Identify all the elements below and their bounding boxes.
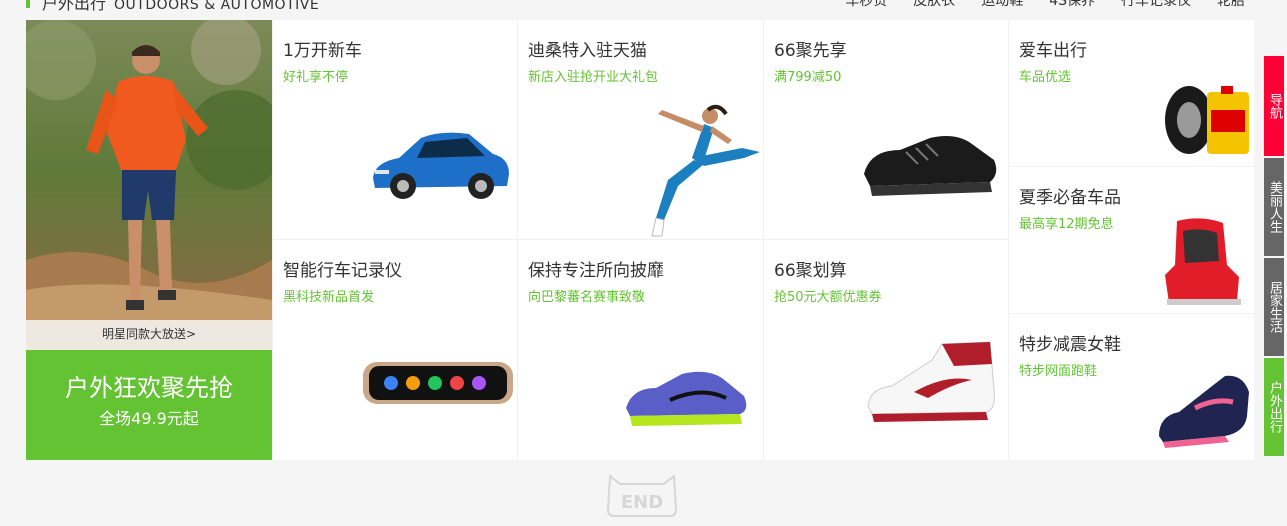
card-title: 保持专注所向披靡 [528,261,664,281]
section-link[interactable]: 皮肤衣 [913,0,955,10]
section-link[interactable]: 运动鞋 [981,0,1023,10]
product-card[interactable]: 1万开新车 好礼享不停 [273,20,517,239]
section-link[interactable]: 轮胎 [1217,0,1245,10]
photo-caption[interactable]: 明星同款大放送> [26,320,272,350]
black-trail-shoe-icon [860,130,1000,204]
sidenav-item-beauty[interactable]: 美丽人生 [1264,158,1284,256]
card-title: 66聚先享 [774,41,847,61]
product-grid: 明星同款大放送> 户外狂欢聚先抢 全场49.9元起 1万开新车 好礼享不停 迪桑… [26,20,1254,460]
white-red-sneaker-icon [862,340,1002,434]
blue-car-icon [369,128,513,208]
card-title: 特步减震女鞋 [1019,335,1121,355]
card-title: 夏季必备车品 [1019,188,1121,208]
section-title-en: OUTDOORS & AUTOMOTIVE [114,0,320,13]
product-card[interactable]: 爱车出行 车品优选 [1009,20,1254,166]
card-title: 迪桑特入驻天猫 [528,41,647,61]
left-banner[interactable]: 明星同款大放送> 户外狂欢聚先抢 全场49.9元起 [26,20,272,460]
promo-subtitle: 全场49.9元起 [99,409,199,428]
product-card[interactable]: 夏季必备车品 最高享12期免息 [1009,167,1254,313]
sidenav-item-outdoors[interactable]: 户外出行 [1264,358,1284,456]
sidenav-item-nav[interactable]: 导航 [1264,56,1284,156]
card-subtitle: 新店入驻抢开业大礼包 [528,70,659,85]
product-card[interactable]: 迪桑特入驻天猫 新店入驻抢开业大礼包 [518,20,763,239]
card-title: 智能行车记录仪 [283,261,402,281]
card-subtitle: 好礼享不停 [283,70,349,85]
card-subtitle: 黑科技新品首发 [283,290,375,305]
section-title: 户外出行 OUTDOORS & AUTOMOTIVE [42,0,319,14]
card-subtitle: 向巴黎蕃名赛事致敬 [528,290,646,305]
tire-and-oil-icon [1163,84,1253,160]
end-badge: END [602,470,682,518]
card-subtitle: 最高享12期免息 [1019,217,1114,232]
product-card[interactable]: 66聚先享 满799减50 [764,20,1008,239]
card-title: 66聚划算 [774,261,847,281]
section-link[interactable]: 4S保养 [1049,0,1095,10]
hiker-photo[interactable] [26,20,272,320]
promo-title: 户外狂欢聚先抢 [65,374,233,402]
end-label: END [621,492,663,513]
card-title: 爱车出行 [1019,41,1087,61]
blue-tennis-shoe-icon [622,366,752,434]
section-links: 车秒贷 皮肤衣 运动鞋 4S保养 行车记录仪 轮胎 [845,0,1245,10]
product-card[interactable]: 特步减震女鞋 特步网面跑鞋 [1009,314,1254,460]
section-link[interactable]: 行车记录仪 [1121,0,1191,10]
section-header: 户外出行 OUTDOORS & AUTOMOTIVE 车秒贷 皮肤衣 运动鞋 4S… [0,0,1287,13]
product-card[interactable]: 保持专注所向披靡 向巴黎蕃名赛事致敬 [518,240,763,460]
jumping-woman-icon [622,100,762,239]
section-title-cn: 户外出行 [42,0,107,13]
card-subtitle: 满799减50 [774,70,842,85]
card-subtitle: 抢50元大额优惠券 [774,290,882,305]
dash-recorder-icon [361,358,515,412]
card-subtitle: 特步网面跑鞋 [1019,364,1098,379]
card-title: 1万开新车 [283,41,362,61]
product-card[interactable]: 66聚划算 抢50元大额优惠券 [764,240,1008,460]
product-card[interactable]: 智能行车记录仪 黑科技新品首发 [273,240,517,460]
section-link[interactable]: 车秒贷 [845,0,887,10]
sidenav-item-home[interactable]: 居家生活 [1264,258,1284,356]
promo-block[interactable]: 户外狂欢聚先抢 全场49.9元起 [26,350,272,460]
side-navigation: 导航 美丽人生 居家生活 户外出行 [1264,56,1284,458]
child-car-seat-icon [1157,215,1247,313]
section-accent-bar [26,0,30,8]
card-subtitle: 车品优选 [1019,70,1072,85]
navy-running-shoe-icon [1155,372,1253,452]
